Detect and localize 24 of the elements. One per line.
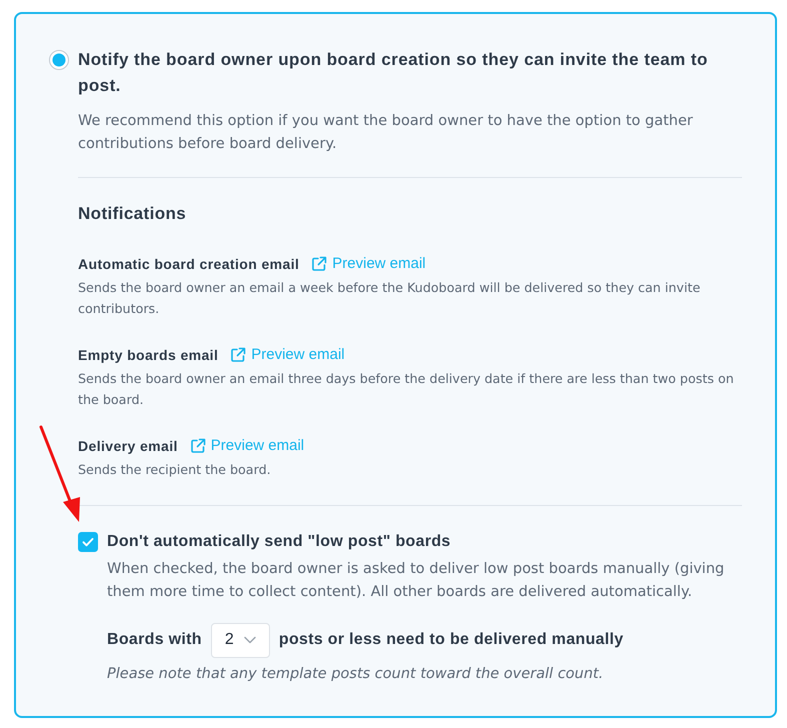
threshold-label: posts or less need to be delivered manually [278,630,624,650]
section-heading: Notifications [78,203,188,225]
preview-email-link[interactable]: Preview email [230,345,345,365]
checkbox[interactable] [78,532,98,552]
preview-email-link[interactable]: Preview email [190,436,304,456]
threshold-label: Boards with [107,630,202,650]
email-description: Sends the board owner an email a week before the Kudoboard will be delivered so they can invite contributors. [78,279,702,318]
option-description: We recommend this option if you want the board owner to have the option to gather contributions before board delivery. [78,112,694,154]
external-link-icon [230,347,246,363]
email-title: Delivery email [78,437,178,456]
external-link-icon [311,256,328,272]
email-description: Sends the board owner an email three days before the delivery date if there are less than two posts on the board. [78,370,735,408]
email-description: Sends the recipient the board. [78,461,272,479]
option-label: Notify the board owner upon board creation so they can invite the team to post. [78,49,709,97]
checkbox-label: Don't automatically send "low post" boards [107,532,452,552]
external-link-icon [190,438,206,454]
email-title: Empty boards email [78,346,218,365]
radio-button[interactable] [49,50,69,70]
post-count-select[interactable]: 2 [210,622,270,658]
checkbox-description: When checked, the board owner is asked to deliver low post boards manually (giving them more time to collect content). All other boards are delivered automatically. [107,560,726,602]
chevron-down-icon [244,636,256,644]
template-note: Please note that any template posts count toward the overall count. [107,664,604,684]
email-title: Automatic board creation email [78,255,300,274]
preview-email-link[interactable]: Preview email [311,254,426,274]
